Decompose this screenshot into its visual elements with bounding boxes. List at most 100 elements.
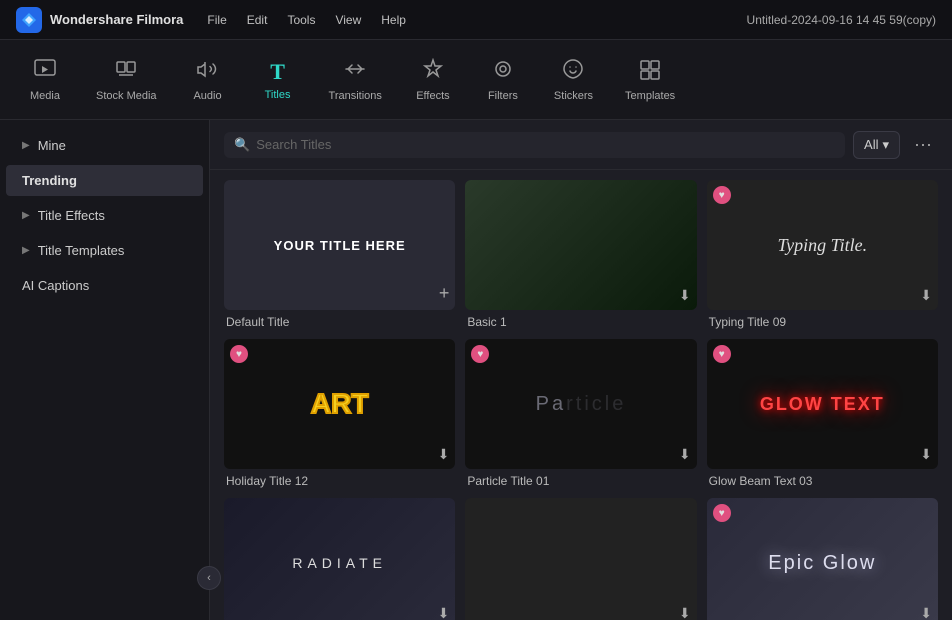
search-input[interactable] [256, 137, 835, 152]
list-item[interactable]: ♥ Epic Glow ⬇ Epic Glow [707, 498, 938, 620]
toolbar-stock-media-label: Stock Media [96, 90, 157, 102]
project-title: Untitled-2024-09-16 14 45 59(copy) [747, 13, 936, 27]
download-icon: ⬇ [679, 446, 691, 463]
epic-glow-text: Epic Glow [768, 552, 876, 575]
grid-item-label: Default Title [224, 315, 455, 329]
default-title-text: YOUR TITLE HERE [274, 238, 406, 253]
download-icon: ⬇ [438, 446, 450, 463]
toolbar-filters[interactable]: Filters [468, 50, 538, 110]
toolbar-titles-label: Titles [265, 89, 291, 101]
sidebar-collapse-button[interactable]: ‹ [197, 566, 221, 590]
thumb-basic-1[interactable]: ⬇ [465, 180, 696, 310]
toolbar-titles[interactable]: T Titles [243, 51, 313, 109]
premium-badge: ♥ [713, 345, 731, 363]
toolbar-templates-label: Templates [625, 90, 675, 102]
sidebar-item-trending-label: Trending [22, 173, 77, 188]
thumb-epic-glow[interactable]: ♥ Epic Glow ⬇ [707, 498, 938, 620]
list-item[interactable]: ♥ GLOW TEXT ⬇ Glow Beam Text 03 [707, 339, 938, 488]
templates-icon [638, 58, 662, 86]
download-icon: ⬇ [438, 605, 450, 620]
menu-help[interactable]: Help [373, 9, 414, 31]
list-item[interactable]: ♥ Typing Title. ⬇ Typing Title 09 [707, 180, 938, 329]
audio-icon [196, 58, 220, 86]
more-options-button[interactable]: ··· [908, 130, 938, 159]
toolbar-media[interactable]: Media [10, 50, 80, 110]
filter-arrow-icon: ▾ [882, 137, 889, 153]
content-area: 🔍 All ▾ ··· YOUR TITLE HERE + Default Ti… [210, 120, 952, 620]
thumb-glow-beam[interactable]: ♥ GLOW TEXT ⬇ [707, 339, 938, 469]
thumb-unknown[interactable]: ⬇ [465, 498, 696, 620]
main-area: ▶ Mine Trending ▶ Title Effects ▶ Title … [0, 120, 952, 620]
media-icon [33, 58, 57, 86]
art-text: ART [311, 388, 369, 420]
premium-badge: ♥ [713, 186, 731, 204]
glow-text: GLOW TEXT [760, 394, 885, 415]
titles-icon: T [270, 59, 285, 85]
list-item[interactable]: ♥ ART ⬇ Holiday Title 12 [224, 339, 455, 488]
grid-item-label: Holiday Title 12 [224, 474, 455, 488]
collapse-icon: ‹ [207, 572, 211, 584]
toolbar-templates[interactable]: Templates [609, 50, 691, 110]
thumb-holiday-title[interactable]: ♥ ART ⬇ [224, 339, 455, 469]
grid-item-label: Typing Title 09 [707, 315, 938, 329]
filmora-logo-icon [16, 7, 42, 33]
app-name: Wondershare Filmora [50, 12, 183, 27]
radiate-text: RADIATE [292, 555, 387, 571]
list-item[interactable]: ♥ Particle ⬇ Particle Title 01 [465, 339, 696, 488]
title-effects-arrow-icon: ▶ [22, 210, 30, 221]
menu-edit[interactable]: Edit [239, 9, 276, 31]
list-item[interactable]: RADIATE ⬇ Radiate [224, 498, 455, 620]
filter-label: All [864, 137, 878, 152]
search-wrapper: 🔍 [224, 132, 845, 158]
grid-item-label: Glow Beam Text 03 [707, 474, 938, 488]
thumb-default-title[interactable]: YOUR TITLE HERE + [224, 180, 455, 310]
sidebar-item-ai-captions[interactable]: AI Captions [6, 270, 203, 301]
download-icon: ⬇ [920, 605, 932, 620]
toolbar-audio-label: Audio [193, 90, 221, 102]
thumb-typing-title[interactable]: ♥ Typing Title. ⬇ [707, 180, 938, 310]
radiate-bg: RADIATE ⬇ [224, 498, 455, 620]
download-icon: ⬇ [679, 605, 691, 620]
stock-media-icon [114, 58, 138, 86]
toolbar-stickers-label: Stickers [554, 90, 593, 102]
sidebar-item-trending[interactable]: Trending [6, 165, 203, 196]
premium-badge: ♥ [713, 504, 731, 522]
effects-icon [421, 58, 445, 86]
toolbar-audio[interactable]: Audio [173, 50, 243, 110]
download-icon: ⬇ [920, 446, 932, 463]
toolbar-effects[interactable]: Effects [398, 50, 468, 110]
sidebar-item-title-templates[interactable]: ▶ Title Templates [6, 235, 203, 266]
sidebar: ▶ Mine Trending ▶ Title Effects ▶ Title … [0, 120, 210, 620]
toolbar-stickers[interactable]: Stickers [538, 50, 609, 110]
search-bar: 🔍 All ▾ ··· [210, 120, 952, 170]
epic-bg: ♥ Epic Glow ⬇ [707, 498, 938, 620]
premium-badge: ♥ [230, 345, 248, 363]
filter-button[interactable]: All ▾ [853, 131, 900, 159]
titlebar: Wondershare Filmora File Edit Tools View… [0, 0, 952, 40]
list-item[interactable]: YOUR TITLE HERE + Default Title [224, 180, 455, 329]
list-item[interactable]: ⬇ [465, 498, 696, 620]
sidebar-item-title-templates-label: Title Templates [38, 243, 125, 258]
mine-arrow-icon: ▶ [22, 140, 30, 151]
filters-icon [491, 58, 515, 86]
sidebar-item-ai-captions-label: AI Captions [22, 278, 89, 293]
particle-text: Particle [536, 393, 627, 416]
sidebar-item-mine-label: Mine [38, 138, 66, 153]
toolbar-stock-media[interactable]: Stock Media [80, 50, 173, 110]
list-item[interactable]: ⬇ Basic 1 [465, 180, 696, 329]
app-logo: Wondershare Filmora [16, 7, 183, 33]
menu-tools[interactable]: Tools [279, 9, 323, 31]
menu-view[interactable]: View [327, 9, 369, 31]
thumb-radiate[interactable]: RADIATE ⬇ [224, 498, 455, 620]
thumb-particle-title[interactable]: ♥ Particle ⬇ [465, 339, 696, 469]
toolbar-transitions[interactable]: Transitions [313, 50, 398, 110]
menu-file[interactable]: File [199, 9, 234, 31]
toolbar: Media Stock Media Audio T Titles Transit… [0, 40, 952, 120]
search-icon: 🔍 [234, 137, 250, 153]
sidebar-item-title-effects[interactable]: ▶ Title Effects [6, 200, 203, 231]
toolbar-effects-label: Effects [416, 90, 449, 102]
vineyard-bg [465, 180, 696, 310]
typing-title-text: Typing Title. [777, 235, 867, 256]
glow-bg: ♥ GLOW TEXT ⬇ [707, 339, 938, 469]
sidebar-item-mine[interactable]: ▶ Mine [6, 130, 203, 161]
